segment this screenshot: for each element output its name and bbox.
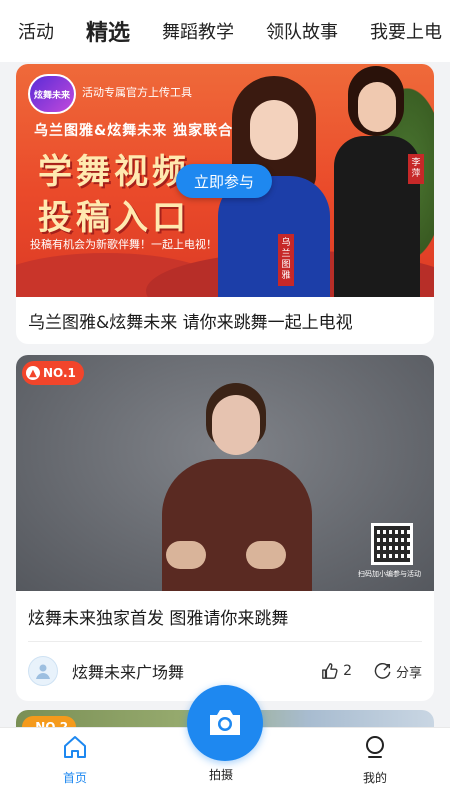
like-count: 2: [343, 663, 352, 679]
share-button[interactable]: 分享: [374, 662, 422, 681]
tab-dance-teaching[interactable]: 舞蹈教学: [162, 18, 234, 44]
name-tag-wulantuya: 乌兰图雅: [278, 234, 294, 286]
camera-icon: [210, 710, 240, 735]
tab-activity[interactable]: 活动: [18, 18, 54, 44]
join-now-button[interactable]: 立即参与: [176, 164, 272, 198]
banner-headline-line2: 投稿入口: [38, 198, 190, 238]
fire-icon: ▲: [26, 366, 40, 380]
nav-shoot[interactable]: 拍摄: [191, 766, 251, 783]
rank-badge: ▲ NO.2: [22, 716, 77, 728]
thumbs-up-icon: [322, 663, 338, 679]
nav-mine[interactable]: 我的: [345, 734, 405, 786]
camera-button[interactable]: [187, 685, 263, 761]
banner-headline-line1: 学舞视频: [38, 152, 190, 192]
qr-caption: 扫码加小编参与活动: [358, 570, 421, 578]
campaign-banner[interactable]: 炫舞未来 活动专属官方上传工具 乌兰图雅&炫舞未来 独家联合 学舞视频 投稿入口…: [16, 64, 434, 297]
home-icon: [64, 736, 86, 758]
banner-tool-tag: 活动专属官方上传工具: [82, 86, 192, 99]
author-name[interactable]: 炫舞未来广场舞: [72, 659, 321, 683]
profile-icon: [366, 736, 384, 758]
top-tab-bar: 活动 精选 舞蹈教学 领队故事 我要上电: [0, 0, 450, 62]
like-button[interactable]: 2: [321, 662, 352, 680]
video-thumbnail[interactable]: ▲ NO.1 扫码加小编参与活动: [16, 355, 434, 591]
fire-icon: ▲: [26, 720, 36, 728]
rank-badge-label: NO.1: [43, 366, 76, 380]
user-icon: [36, 664, 50, 679]
card-title[interactable]: 乌兰图雅&炫舞未来 请你来跳舞一起上电视: [16, 297, 434, 344]
author-avatar[interactable]: [28, 656, 58, 686]
share-icon: [374, 663, 391, 679]
nav-shoot-label: 拍摄: [208, 768, 233, 782]
feed-card-video[interactable]: ▲ NO.1 扫码加小编参与活动 炫舞未来独家首发 图雅请你来跳舞 炫舞未来广场…: [16, 355, 434, 701]
share-label: 分享: [395, 665, 422, 681]
logo-text: 炫舞未来: [33, 90, 70, 101]
banner-subheading: 乌兰图雅&炫舞未来 独家联合: [34, 123, 234, 139]
nav-home-label: 首页: [62, 771, 87, 785]
card-title[interactable]: 炫舞未来独家首发 图雅请你来跳舞: [16, 591, 434, 641]
tab-leader-stories[interactable]: 领队故事: [266, 18, 338, 44]
tab-featured[interactable]: 精选: [86, 15, 130, 47]
nav-mine-label: 我的: [362, 771, 387, 785]
rank-badge-label: NO.2: [35, 720, 69, 728]
qr-code: [371, 523, 413, 565]
nav-home[interactable]: 首页: [45, 734, 105, 786]
name-tag-liping: 李萍: [408, 154, 424, 184]
tab-go-on-tv[interactable]: 我要上电: [370, 18, 442, 44]
banner-slogan: 投稿有机会为新歌伴舞！一起上电视！: [30, 238, 217, 251]
feed[interactable]: 炫舞未来 活动专属官方上传工具 乌兰图雅&炫舞未来 独家联合 学舞视频 投稿入口…: [0, 62, 450, 728]
feed-card-campaign[interactable]: 炫舞未来 活动专属官方上传工具 乌兰图雅&炫舞未来 独家联合 学舞视频 投稿入口…: [16, 64, 434, 344]
rank-badge: ▲ NO.1: [22, 361, 84, 385]
app-logo: 炫舞未来: [28, 74, 76, 114]
